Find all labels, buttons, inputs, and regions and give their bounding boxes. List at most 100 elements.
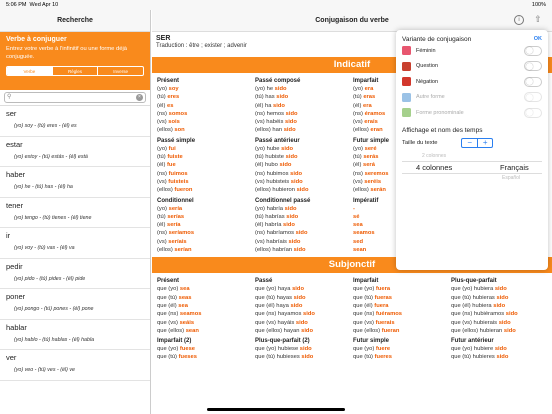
- verb-ending: seríais: [168, 238, 187, 245]
- conjugation-line: que (vs) seáis: [157, 319, 249, 327]
- verb-ending: sido: [283, 222, 295, 229]
- search-pane: Recherche Verbe à conjuguer Entrez votre…: [0, 10, 151, 414]
- picker-selected-language[interactable]: Français: [500, 163, 529, 172]
- verb-ending: sido: [276, 94, 289, 101]
- search-input[interactable]: ⚲ ×: [4, 92, 146, 103]
- pronoun: (tú): [157, 213, 168, 220]
- ok-button[interactable]: OK: [534, 36, 542, 42]
- conjugation-line: que (yo) sea: [157, 285, 249, 293]
- segment-inverse[interactable]: Inverse: [98, 67, 143, 75]
- conjugation-line: (ellos) hubieron sido: [255, 186, 347, 194]
- pronoun: que (ns) hubiéramos: [451, 311, 506, 318]
- verb-infinitive: tener: [6, 200, 24, 210]
- verb-list-item[interactable]: poner (yo) pongo - (tú) pones - (él) pone: [0, 289, 150, 320]
- pronoun: que (tú): [157, 354, 179, 361]
- tense-name: Futur simple: [353, 338, 390, 345]
- variant-option-row: Négation: [402, 74, 542, 90]
- verb-ending: sido: [496, 294, 509, 301]
- pronoun: (yo): [157, 205, 169, 212]
- verb-ending: sido: [293, 247, 306, 254]
- picker-selected-columns[interactable]: 4 colonnes: [416, 163, 452, 172]
- info-icon[interactable]: i: [514, 15, 524, 25]
- verb-ending: sed: [353, 238, 363, 245]
- verb-ending: sido: [496, 354, 509, 361]
- variant-toggle[interactable]: [524, 107, 542, 118]
- pronoun: que (yo): [157, 346, 180, 353]
- conjugation-line: que (ellos) hubieran sido: [451, 327, 543, 335]
- verb-list: ser (yo) soy - (tú) eres - (él) es estar (y…: [0, 106, 150, 381]
- verb-forms: (yo) soy - (tú) eres - (él) es: [14, 123, 77, 129]
- conjugation-line: que (tú) hubieras sido: [451, 294, 543, 302]
- tense-name: Présent: [157, 278, 180, 285]
- tense-name: Passé antérieur: [255, 137, 300, 144]
- conjugation-line: que (yo) hubiese sido: [255, 345, 347, 353]
- verb-list-item[interactable]: estar (yo) estoy - (tú) estás - (él) está: [0, 137, 150, 167]
- verb-ending: seréis: [364, 178, 382, 185]
- verb-list-item[interactable]: ver (yo) veo - (tú) ves - (él) ve: [0, 350, 150, 381]
- pronoun: que (ns): [157, 311, 180, 318]
- pronoun: (ellos) hubieron: [255, 187, 297, 194]
- share-icon[interactable]: ⇧: [533, 14, 543, 26]
- pronoun: (yo) habría: [255, 205, 285, 212]
- verb-list-item[interactable]: haber (yo) he - (tú) has - (él) ha: [0, 167, 150, 198]
- variant-toggle[interactable]: [524, 61, 542, 72]
- verb-ending: sea: [179, 286, 190, 293]
- segment-verb[interactable]: Verbe: [7, 66, 53, 75]
- increase-button[interactable]: +: [478, 138, 493, 147]
- conjugation-line: que (yo) fuere: [353, 345, 445, 353]
- pronoun: (vs): [157, 178, 169, 185]
- verb-ending: sido: [292, 286, 304, 293]
- clear-icon[interactable]: ×: [136, 94, 143, 101]
- pronoun: que (ellos) hubieran: [451, 327, 504, 334]
- search-mode-segmented-control[interactable]: Verbe Règles Inverse: [6, 65, 144, 76]
- verb-ending: fuisteis: [168, 178, 189, 185]
- verb-ending: seré: [364, 145, 377, 152]
- verb-ending: sido: [493, 302, 506, 309]
- pronoun: que (yo): [353, 346, 376, 353]
- verb-list-item[interactable]: tener (yo) tengo - (tú) tienes - (él) tie…: [0, 198, 150, 228]
- decrease-button[interactable]: −: [462, 138, 478, 147]
- conjugation-line: (ellos) han sido: [255, 126, 347, 134]
- verb-list-item[interactable]: hablar (yo) hablo - (tú) hablas - (él) ha…: [0, 320, 150, 350]
- variant-toggle[interactable]: [524, 92, 542, 103]
- tense-name: Plus-que-parfait: [451, 278, 497, 285]
- verb-forms: (yo) estoy - (tú) estás - (él) está: [14, 153, 88, 160]
- tense-name: Présent: [157, 78, 180, 84]
- verb-input-title: Verbe à conjuguer: [6, 36, 67, 43]
- verb-list-item[interactable]: ser (yo) soy - (tú) eres - (él) es: [0, 106, 150, 137]
- conjugation-line: que (vs) fuerais: [353, 319, 445, 327]
- verb-list-item[interactable]: pedir (yo) pido - (tú) pides - (él) pide: [0, 259, 150, 289]
- picker-option-top[interactable]: 2 colonnes: [422, 153, 446, 159]
- verb-forms: (yo) veo - (tú) ves - (él) ve: [14, 367, 75, 373]
- verb-ending: sido: [290, 302, 303, 309]
- conjugation-line: (él) es: [157, 102, 249, 110]
- verb-ending: sería: [166, 222, 181, 229]
- verb-ending: serán: [370, 187, 386, 194]
- conjugation-line: (vs) fuisteis: [157, 178, 249, 186]
- variant-toggle[interactable]: [524, 45, 542, 56]
- display-picker[interactable]: 2 colonnes 4 colonnes Français Español: [402, 152, 542, 188]
- pronoun: que (tú): [157, 294, 179, 301]
- variant-option-label: Féminin: [416, 47, 436, 54]
- segment-rules[interactable]: Règles: [53, 66, 99, 75]
- verb-ending: seamos: [179, 311, 202, 318]
- verb-infinitive: ver: [6, 353, 17, 362]
- picker-option-bottom[interactable]: Español: [502, 175, 520, 181]
- text-size-stepper[interactable]: − +: [461, 137, 494, 148]
- verb-list-item[interactable]: ir (yo) voy - (tú) vas - (él) va: [0, 228, 150, 259]
- pronoun: que (él) hubiera: [451, 302, 494, 309]
- verb-ending: fuerais: [375, 319, 395, 326]
- verb-ending: serían: [174, 247, 192, 254]
- variant-toggle[interactable]: [524, 76, 542, 87]
- conjugation-line: que (tú) seas: [157, 294, 249, 302]
- verb-ending: sido: [299, 346, 312, 353]
- conjugation-line: (vs) seríais: [157, 238, 249, 246]
- conjugation-line: (tú) eres: [157, 93, 249, 101]
- conjugation-line: que (él) sea: [157, 302, 249, 310]
- subjonctif-grid: Présent que (yo) sea que (tú) seas que (él)…: [152, 273, 552, 361]
- home-indicator[interactable]: [207, 408, 345, 411]
- tense-column: Passé que (yo) haya sido que (tú) hayas si…: [252, 273, 350, 361]
- verb-ending: sea: [178, 302, 188, 309]
- pronoun: que (ns): [353, 311, 376, 318]
- search-bar: ⚲ ×: [0, 90, 150, 106]
